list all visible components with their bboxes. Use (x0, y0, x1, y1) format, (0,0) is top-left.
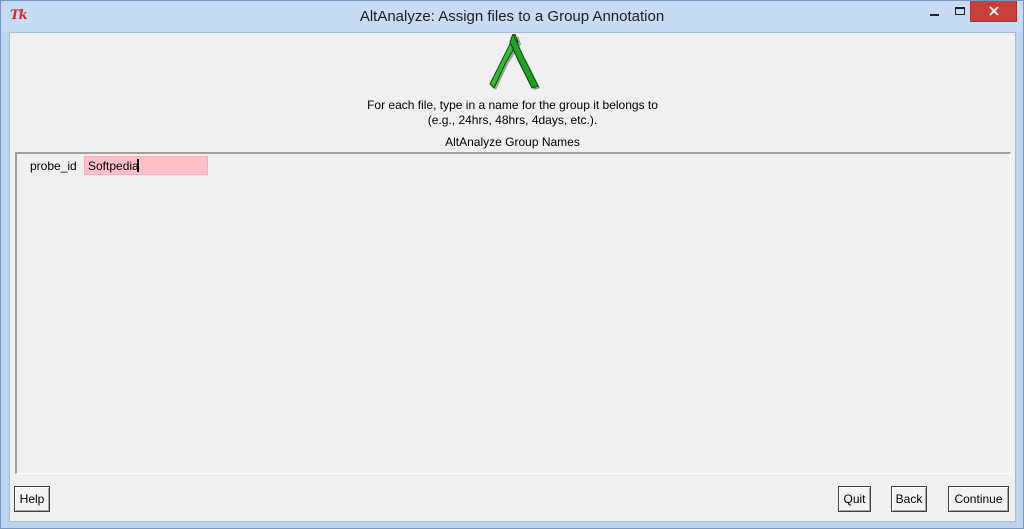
maximize-icon (955, 7, 965, 15)
title-bar[interactable]: Tk AltAnalyze: Assign files to a Group A… (1, 1, 1023, 32)
group-name-input[interactable] (84, 156, 208, 175)
close-icon (989, 6, 999, 16)
group-names-heading: AltAnalyze Group Names (445, 135, 580, 149)
file-label: probe_id (30, 159, 77, 173)
instruction-example-text: (e.g., 24hrs, 48hrs, 4days, etc.). (427, 113, 598, 127)
text-cursor (137, 159, 139, 172)
continue-button[interactable]: Continue (948, 486, 1009, 512)
instruction-text: For each file, type in a name for the gr… (367, 98, 658, 112)
quit-button[interactable]: Quit (838, 486, 871, 512)
help-button[interactable]: Help (14, 486, 50, 512)
window-title: AltAnalyze: Assign files to a Group Anno… (359, 8, 665, 25)
altanalyze-logo-icon (489, 34, 540, 90)
back-button[interactable]: Back (891, 486, 927, 512)
minimize-button[interactable] (921, 1, 947, 23)
close-button[interactable] (970, 1, 1017, 22)
minimize-icon (930, 14, 939, 16)
app-window: Tk AltAnalyze: Assign files to a Group A… (0, 0, 1024, 529)
group-names-panel: probe_id (15, 152, 1011, 474)
dialog-body: For each file, type in a name for the gr… (9, 32, 1016, 522)
